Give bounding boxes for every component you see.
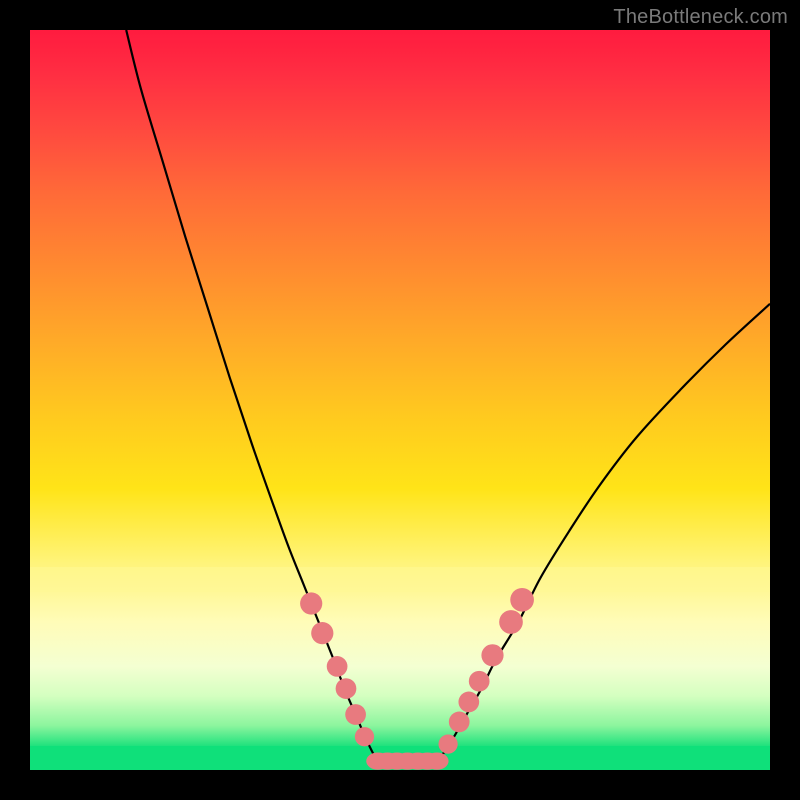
data-marker [438,734,457,753]
data-marker [449,712,470,733]
data-marker [499,610,523,634]
data-marker [425,752,448,769]
data-marker [458,692,479,713]
data-marker [300,592,322,614]
data-marker [510,588,534,612]
chart-frame: TheBottleneck.com [0,0,800,800]
data-marker [345,704,366,725]
plot-area [30,30,770,770]
data-marker [327,656,348,677]
chart-svg [30,30,770,770]
data-marker [469,671,490,692]
curve-right [437,304,770,763]
watermark-text: TheBottleneck.com [613,6,788,29]
curve-left [126,30,437,763]
data-marker [481,644,503,666]
data-marker [355,727,374,746]
markers-group [300,588,534,770]
data-marker [336,678,357,699]
data-marker [311,622,333,644]
